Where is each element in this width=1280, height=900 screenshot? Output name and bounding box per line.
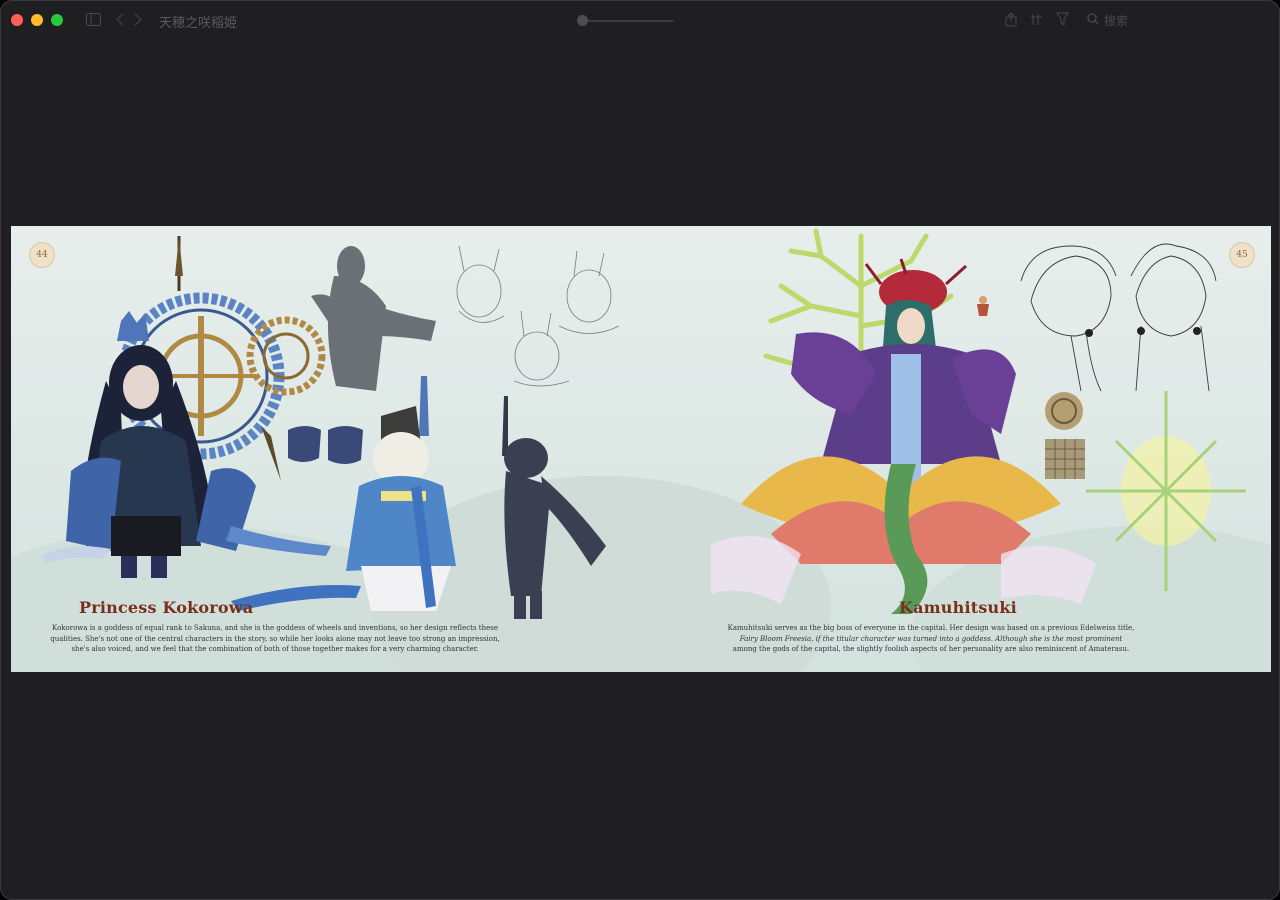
glow-burst-art xyxy=(1086,391,1246,591)
page-number-left: 44 xyxy=(29,242,55,268)
kokorowa-silhouette xyxy=(311,246,436,391)
right-page-heading: Kamuhitsuki xyxy=(899,598,1017,617)
maximize-window-button[interactable] xyxy=(51,14,63,26)
left-page-heading: Princess Kokorowa xyxy=(79,598,254,617)
caption-line: qualities. She's not one of the central … xyxy=(50,634,500,643)
document-title: 天穂之咲稲姫 xyxy=(159,16,238,31)
caption-line: she's also voiced, and we feel that the … xyxy=(71,645,479,653)
title-bar: 天穂之咲稲姫 搜索 xyxy=(0,0,1280,40)
preview-window: 天穂之咲稲姫 搜索 44 Princess Kokorowa Kokorowa … xyxy=(0,0,1280,900)
annotate-icon[interactable] xyxy=(1056,12,1069,26)
kokorowa-line-sketches xyxy=(456,245,620,387)
left-page-caption: Kokorowa is a goddess of equal rank to S… xyxy=(35,623,515,655)
caption-line: among the gods of the capital, the sligh… xyxy=(732,645,1130,653)
caption-line: Fairy Bloom Freesia, if the titular char… xyxy=(739,634,1123,643)
small-fairy-figure xyxy=(977,296,989,316)
page-number-right: 45 xyxy=(1229,242,1255,268)
forward-icon[interactable] xyxy=(134,13,143,26)
right-page-caption: Kamuhitsuki serves as the big boss of ev… xyxy=(701,623,1161,655)
kokorowa-back-view xyxy=(231,376,456,611)
search-icon[interactable] xyxy=(1087,13,1099,25)
kamuhitsuki-head-sketches xyxy=(1020,243,1217,392)
book-spread: 44 Princess Kokorowa Kokorowa is a godde… xyxy=(11,226,1271,672)
caption-line: Kamuhitsuki serves as the big boss of ev… xyxy=(727,624,1135,632)
back-icon[interactable] xyxy=(115,13,124,26)
sidebar-icon[interactable] xyxy=(86,13,101,26)
zoom-slider-track[interactable] xyxy=(582,20,674,22)
zoom-slider-knob[interactable] xyxy=(577,15,588,26)
close-window-button[interactable] xyxy=(11,14,23,26)
share-icon[interactable] xyxy=(1004,12,1018,27)
ornament-pattern-swatches xyxy=(1045,392,1085,479)
minimize-window-button[interactable] xyxy=(31,14,43,26)
caption-line: Kokorowa is a goddess of equal rank to S… xyxy=(52,624,498,632)
kokorowa-dark-silhouette xyxy=(502,396,606,619)
markup-icon[interactable] xyxy=(1030,13,1044,26)
search-field[interactable]: 搜索 xyxy=(1104,12,1128,29)
